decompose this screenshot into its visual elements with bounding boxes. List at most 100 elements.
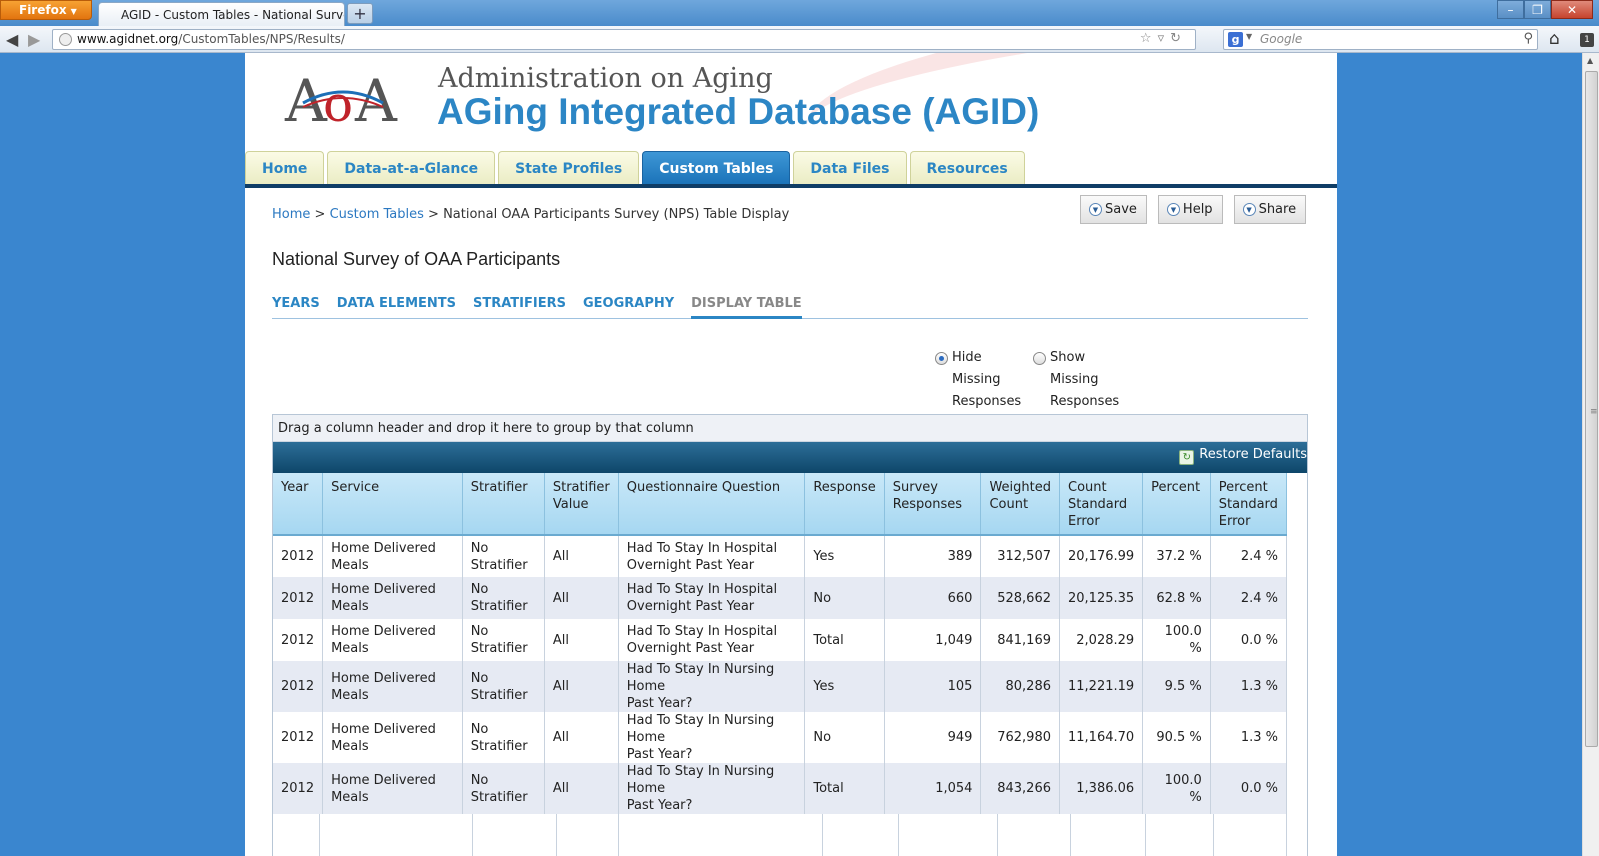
cell-text: 11,164.70 [1068,730,1135,745]
cell-count-standard-error: 11,221.19 [1059,661,1144,712]
cell-text: 389 [947,549,973,564]
refresh-icon: ↻ [1179,450,1195,465]
empty-column-cell [320,814,473,856]
cell-text: 100.0 % [1164,772,1202,805]
column-header-percent-standard-error[interactable]: Percent Standard Error [1210,473,1288,536]
cell-count-standard-error: 20,125.35 [1059,577,1144,619]
aoa-logo-icon[interactable]: A o A [283,67,405,133]
web-page: A o A Administration on Aging AGing Inte… [245,53,1337,856]
forward-icon[interactable]: ▶ [28,30,40,49]
column-header-percent[interactable]: Percent [1142,473,1211,536]
column-header-line: Response [813,480,876,495]
scroll-up-icon[interactable]: ▲ [1587,56,1593,65]
back-icon[interactable]: ◀ [6,30,18,49]
cell-text: Had To Stay In Nursing Home [626,764,775,796]
cell-text: Past Year? [626,747,693,762]
cell-year: 2012 [273,661,324,712]
hide-missing-radio[interactable] [935,352,948,365]
cell-text: 37.2 % [1156,549,1202,564]
cell-text: 1.3 % [1240,679,1278,694]
tab-home[interactable]: Home [245,151,325,185]
cell-service: Home Delivered Meals [322,577,463,619]
cell-stratifier: No Stratifier [462,535,545,577]
tab-data-files[interactable]: Data Files [793,151,907,185]
bookmark-star-icon[interactable]: ☆▿↻ [1140,31,1187,46]
column-header-stratifier[interactable]: Stratifier [462,473,545,536]
tab-custom-tables[interactable]: Custom Tables [642,151,791,185]
search-input[interactable]: g ▼ Google ⚲ [1223,29,1538,50]
cell-text: Overnight Past Year [626,599,755,614]
firefox-menu-button[interactable]: Firefox ▼ [0,0,92,20]
empty-column-cell [273,814,320,856]
column-header-service[interactable]: Service [322,473,463,536]
column-header-stratifier-value[interactable]: Stratifier Value [544,473,619,536]
new-tab-button[interactable]: + [347,3,373,24]
close-icon[interactable]: ✕ [1551,0,1593,19]
column-header-response[interactable]: Response [804,473,885,536]
cell-service: Home Delivered Meals [322,712,463,763]
vertical-scrollbar[interactable]: ▲ ≡ [1582,53,1599,856]
show-missing-label[interactable]: Show Missing Responses [1050,347,1122,413]
restore-defaults-button[interactable]: ↻ Restore Defaults [1179,447,1307,465]
table-row[interactable]: 2012 Home Delivered Meals No Stratifier All H… [273,535,1288,577]
cell-text: Had To Stay In Hospital [626,582,778,597]
column-header-line: Standard [1218,497,1278,512]
cell-percent: 100.0 % [1142,619,1211,661]
minimize-icon[interactable]: – [1497,0,1524,19]
show-missing-radio[interactable] [1033,352,1046,365]
column-header-weighted-count[interactable]: Weighted Count [980,473,1060,536]
column-header-count-standard-error[interactable]: Count Standard Error [1059,473,1144,536]
table-row[interactable]: 2012 Home Delivered Meals No Stratifier All H… [273,763,1288,814]
cell-survey-responses: 389 [884,535,982,577]
help-label: Help [1182,202,1213,217]
breadcrumb-separator: > [310,207,330,222]
help-button[interactable]: ▼ Help [1157,195,1223,224]
restore-defaults-label: Restore Defaults [1199,447,1307,462]
chevron-down-icon[interactable]: ▼ [1246,32,1252,41]
show-missing-option[interactable]: Show Missing Responses [1033,350,1122,413]
hide-missing-label[interactable]: Hide Missing Responses [952,347,1024,413]
breadcrumb-custom-tables-link[interactable]: Custom Tables [330,207,424,222]
cell-text: All [552,730,569,745]
column-header-survey-responses[interactable]: Survey Responses [884,473,982,536]
cell-text: Yes [813,679,835,694]
cell-text: Stratifier [470,738,528,754]
cell-weighted-count: 841,169 [980,619,1060,661]
table-row[interactable]: 2012 Home Delivered Meals No Stratifier All H… [273,661,1288,712]
home-icon[interactable]: ⌂ [1549,29,1560,49]
share-button[interactable]: ▼ Share [1233,195,1307,224]
chevron-down-icon: ▼ [1166,203,1180,216]
cell-year: 2012 [273,577,324,619]
table-row[interactable]: 2012 Home Delivered Meals No Stratifier All H… [273,619,1288,661]
cell-questionnaire-question: Had To Stay In Hospital Overnight Past Ye… [618,535,806,577]
subtab-data-elements[interactable]: DATA ELEMENTS [337,294,456,318]
cell-survey-responses: 1,049 [884,619,982,661]
cell-response: No [804,577,885,619]
maximize-icon[interactable]: ❐ [1524,0,1551,19]
subtab-geography[interactable]: GEOGRAPHY [583,294,674,318]
group-by-drop-zone[interactable]: Drag a column header and drop it here to… [273,415,1307,442]
scrollbar-thumb[interactable]: ≡ [1585,71,1598,747]
breadcrumb-home-link[interactable]: Home [272,207,310,222]
subtab-stratifiers[interactable]: STRATIFIERS [473,294,566,318]
browser-tab[interactable]: AGID - Custom Tables - National Survey .… [98,2,345,27]
url-bar[interactable]: www.agidnet.org/CustomTables/NPS/Results… [52,29,1196,50]
column-header-questionnaire-question[interactable]: Questionnaire Question [618,473,806,536]
subtab-years[interactable]: YEARS [272,294,320,318]
cell-stratifier: No Stratifier [462,763,545,814]
column-header-line: Responses [892,497,962,512]
table-row[interactable]: 2012 Home Delivered Meals No Stratifier All H… [273,712,1288,763]
subtab-display-table[interactable]: DISPLAY TABLE [691,294,802,319]
column-header-year[interactable]: Year [273,473,324,536]
search-icon[interactable]: ⚲ [1523,31,1533,46]
hide-missing-option[interactable]: Hide Missing Responses [935,350,1024,413]
tab-resources[interactable]: Resources [909,151,1025,185]
breadcrumb-separator: > [423,207,444,222]
table-row[interactable]: 2012 Home Delivered Meals No Stratifier All H… [273,577,1288,619]
extension-icon[interactable]: 1 [1580,33,1594,47]
cell-survey-responses: 105 [884,661,982,712]
tab-data-at-a-glance[interactable]: Data-at-a-Glance [327,151,496,185]
column-header-line: Error [1218,514,1251,529]
tab-state-profiles[interactable]: State Profiles [498,151,640,185]
save-button[interactable]: ▼ Save [1080,195,1147,224]
